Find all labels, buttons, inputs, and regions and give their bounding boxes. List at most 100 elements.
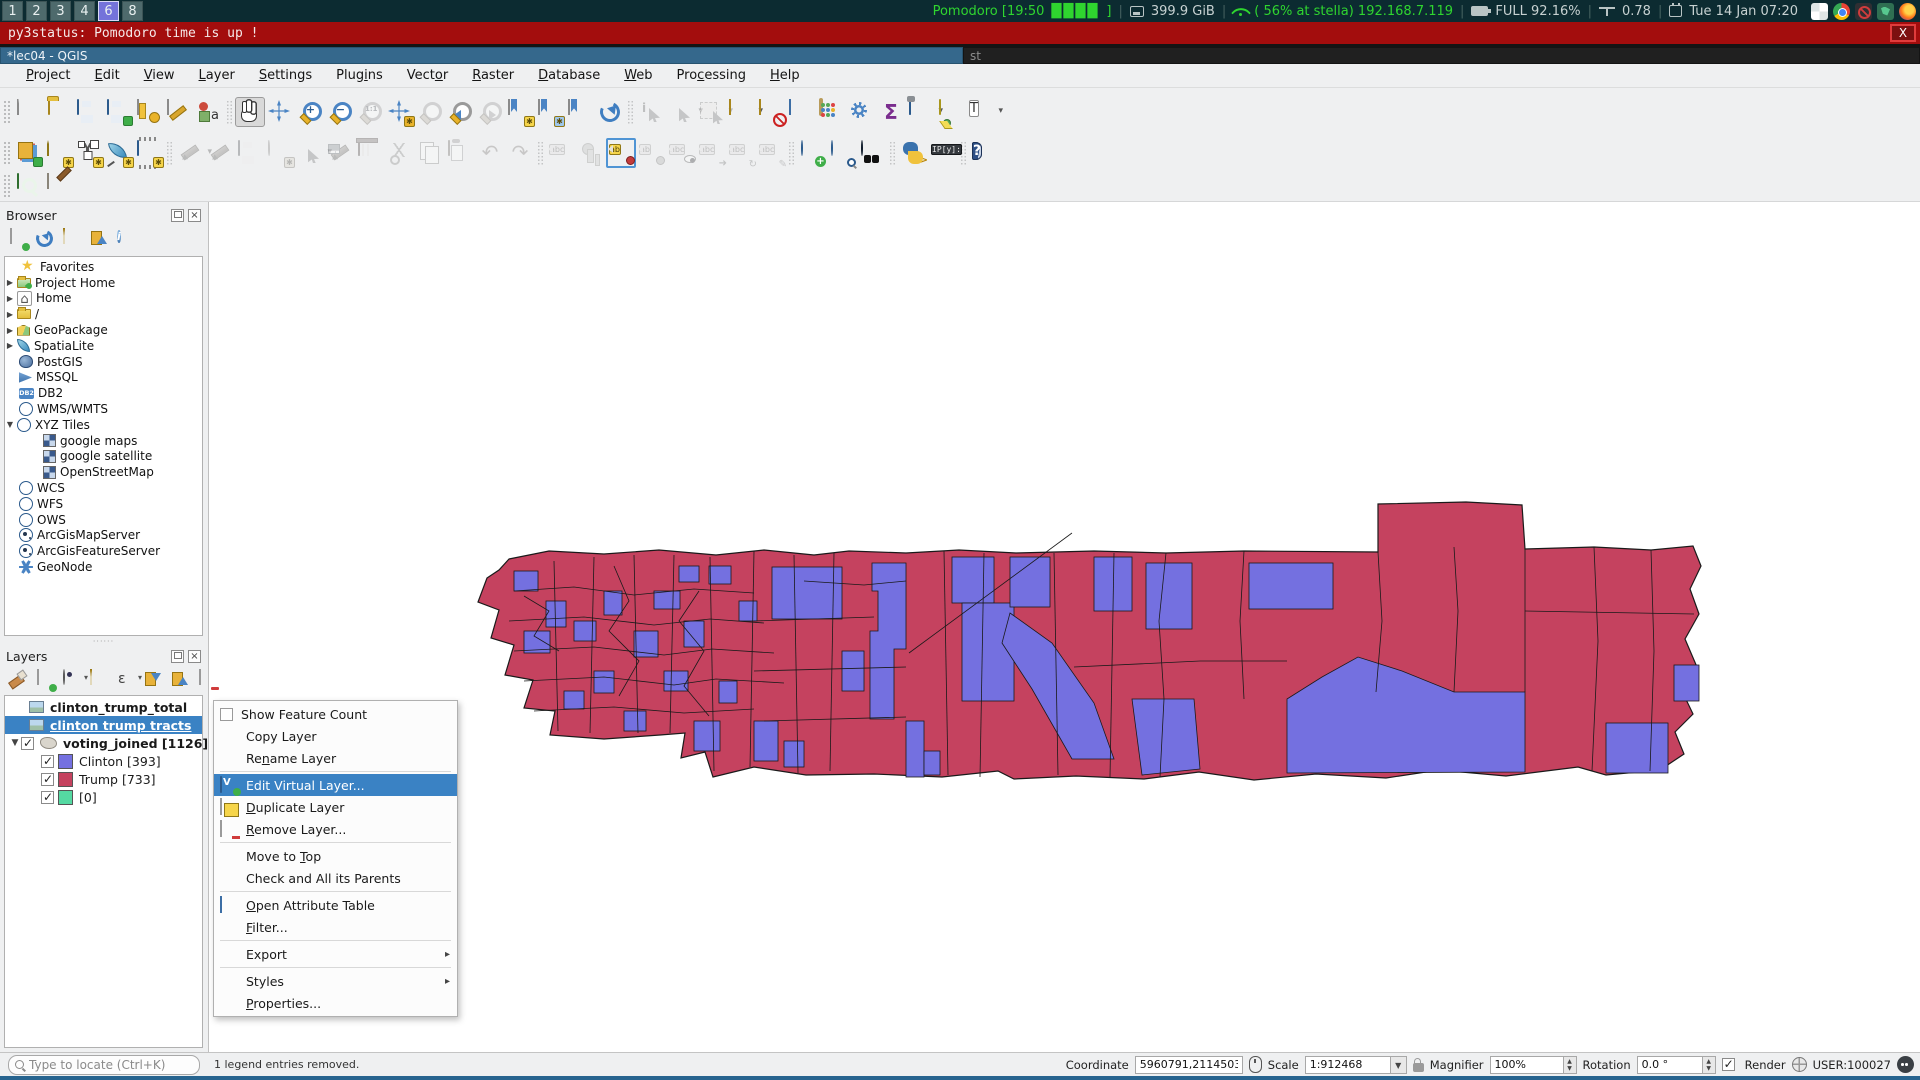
vertex-tool-button[interactable] (295, 138, 325, 168)
measure-tool[interactable] (906, 97, 936, 127)
browser-item-wms[interactable]: WMS/WMTS (5, 401, 202, 417)
menu-filter[interactable]: Filter... (214, 916, 457, 938)
browser-item-home[interactable]: ▶⌂Home (5, 291, 202, 307)
scale-lock-icon[interactable] (1413, 1063, 1424, 1072)
qgis-window-tab[interactable]: *lec04 - QGIS (0, 47, 963, 64)
map-canvas[interactable] (208, 202, 1920, 1052)
zoom-in-tool[interactable]: + (295, 97, 325, 127)
metasearch-button[interactable] (857, 138, 887, 168)
browser-properties-button[interactable]: i (116, 229, 134, 247)
menu-layer[interactable]: Layer (187, 66, 247, 85)
identify-features-tool[interactable]: i (636, 97, 666, 127)
collapse-all-layers-button[interactable] (170, 670, 188, 688)
magnifier-stepper[interactable]: ▲▼ (1564, 1056, 1577, 1074)
browser-item-wcs[interactable]: WCS (5, 480, 202, 496)
menu-move-to-top[interactable]: Move to Top (214, 845, 457, 867)
menu-open-attribute-table[interactable]: Open Attribute Table (214, 894, 457, 916)
refresh-map-button[interactable] (595, 97, 625, 127)
open-project-button[interactable] (44, 97, 74, 127)
bookmark-manager-button[interactable] (565, 97, 595, 127)
style-manager-button[interactable]: a (194, 97, 224, 127)
workspace-8[interactable]: 8 (122, 1, 143, 21)
menu-database[interactable]: Database (526, 66, 612, 85)
browser-close-button[interactable] (188, 209, 201, 222)
delete-selected-button[interactable] (355, 138, 385, 168)
deselect-features-button[interactable] (756, 97, 786, 127)
map-app-tray-icon[interactable] (1877, 3, 1894, 20)
toggle-editing-button[interactable] (205, 138, 235, 168)
scale-input[interactable] (1310, 1058, 1386, 1071)
layers-close-button[interactable] (188, 650, 201, 663)
browser-float-button[interactable] (171, 209, 184, 222)
zoom-native-button[interactable]: 1:1 (355, 97, 385, 127)
layer-styling-button[interactable] (8, 670, 26, 688)
zoom-out-tool[interactable]: − (325, 97, 355, 127)
menu-web[interactable]: Web (612, 66, 664, 85)
workspace-3[interactable]: 3 (50, 1, 71, 21)
change-label-button[interactable]: abc✎ (756, 138, 786, 168)
browser-item-ows[interactable]: OWS (5, 512, 202, 528)
layers-float-button[interactable] (171, 650, 184, 663)
move-label-button[interactable]: abc➜ (696, 138, 726, 168)
remove-layer-button[interactable] (197, 670, 215, 688)
legend-checkbox[interactable] (41, 791, 54, 804)
menu-duplicate-layer[interactable]: Duplicate Layer (214, 796, 457, 818)
crs-status[interactable]: USER:100027 (1813, 1058, 1891, 1072)
expand-all-layers-button[interactable] (143, 670, 161, 688)
filter-by-expression-button[interactable]: ε (116, 670, 134, 688)
zoom-last-button[interactable] (445, 97, 475, 127)
menu-rename-layer[interactable]: Rename Layer (214, 747, 457, 769)
current-edits-button[interactable] (175, 138, 205, 168)
browser-item-root[interactable]: ▶/ (5, 306, 202, 322)
add-feature-button[interactable] (265, 138, 295, 168)
workspace-1[interactable]: 1 (2, 1, 23, 21)
magnifier-input[interactable] (1495, 1058, 1559, 1071)
new-bookmark-button[interactable] (505, 97, 535, 127)
browser-item-google-satellite[interactable]: google satellite (5, 449, 202, 465)
new-shapefile-layer-button[interactable] (74, 138, 104, 168)
toolbar-drag-handle[interactable] (3, 100, 11, 124)
legend-row-zero[interactable]: [0] (5, 788, 202, 806)
menu-properties[interactable]: Properties... (214, 992, 457, 1014)
highlight-pinned-labels-button[interactable]: ab (606, 138, 636, 168)
browser-item-postgis[interactable]: PostGIS (5, 354, 202, 370)
workspace-4[interactable]: 4 (74, 1, 95, 21)
rotation-stepper[interactable]: ▲▼ (1703, 1056, 1716, 1074)
expander-icon[interactable]: ▼ (9, 738, 21, 748)
browser-refresh-button[interactable] (35, 229, 53, 247)
layout-manager-button[interactable] (164, 97, 194, 127)
toolbar-drag-handle[interactable] (3, 141, 11, 165)
add-wms-service-button[interactable]: + (797, 138, 827, 168)
layer-row-clinton-trump-total[interactable]: clinton_trump_total (5, 698, 202, 716)
data-source-manager-button[interactable] (14, 138, 44, 168)
undo-button[interactable]: ↶ (475, 138, 505, 168)
new-virtual-layer-button[interactable] (134, 138, 164, 168)
browser-item-db2[interactable]: DB2DB2 (5, 385, 202, 401)
feature-count-checkbox[interactable] (220, 708, 233, 721)
layer-labeling-button[interactable]: abc (546, 138, 576, 168)
browser-item-google-maps[interactable]: google maps (5, 433, 202, 449)
legend-checkbox[interactable] (41, 755, 54, 768)
open-attribute-table-button[interactable] (786, 97, 816, 127)
select-by-expression-button[interactable] (726, 97, 756, 127)
browser-item-geonode[interactable]: GeoNode (5, 559, 202, 575)
browser-item-wfs[interactable]: WFS (5, 496, 202, 512)
pan-to-selection-button[interactable] (265, 97, 295, 127)
text-annotation-tool[interactable]: T (966, 97, 996, 127)
locator-search[interactable] (8, 1055, 200, 1075)
help-button[interactable]: ? (969, 138, 999, 168)
legend-row-clinton[interactable]: Clinton [393] (5, 752, 202, 770)
statistical-summary-button[interactable]: Σ (876, 97, 906, 127)
save-project-as-button[interactable] (104, 97, 134, 127)
search-wms-button[interactable] (827, 138, 857, 168)
filter-legend-button[interactable] (89, 670, 107, 688)
paste-features-button[interactable] (445, 138, 475, 168)
new-print-layout-button[interactable] (134, 97, 164, 127)
select-features-tool[interactable] (696, 97, 726, 127)
copy-features-button[interactable] (415, 138, 445, 168)
osm-edit-button[interactable] (44, 171, 74, 201)
menu-check-all-parents[interactable]: Check and All its Parents (214, 867, 457, 889)
menu-view[interactable]: View (132, 66, 187, 85)
menu-processing[interactable]: Processing (665, 66, 758, 85)
dropbox-tray-icon[interactable] (1811, 3, 1828, 20)
